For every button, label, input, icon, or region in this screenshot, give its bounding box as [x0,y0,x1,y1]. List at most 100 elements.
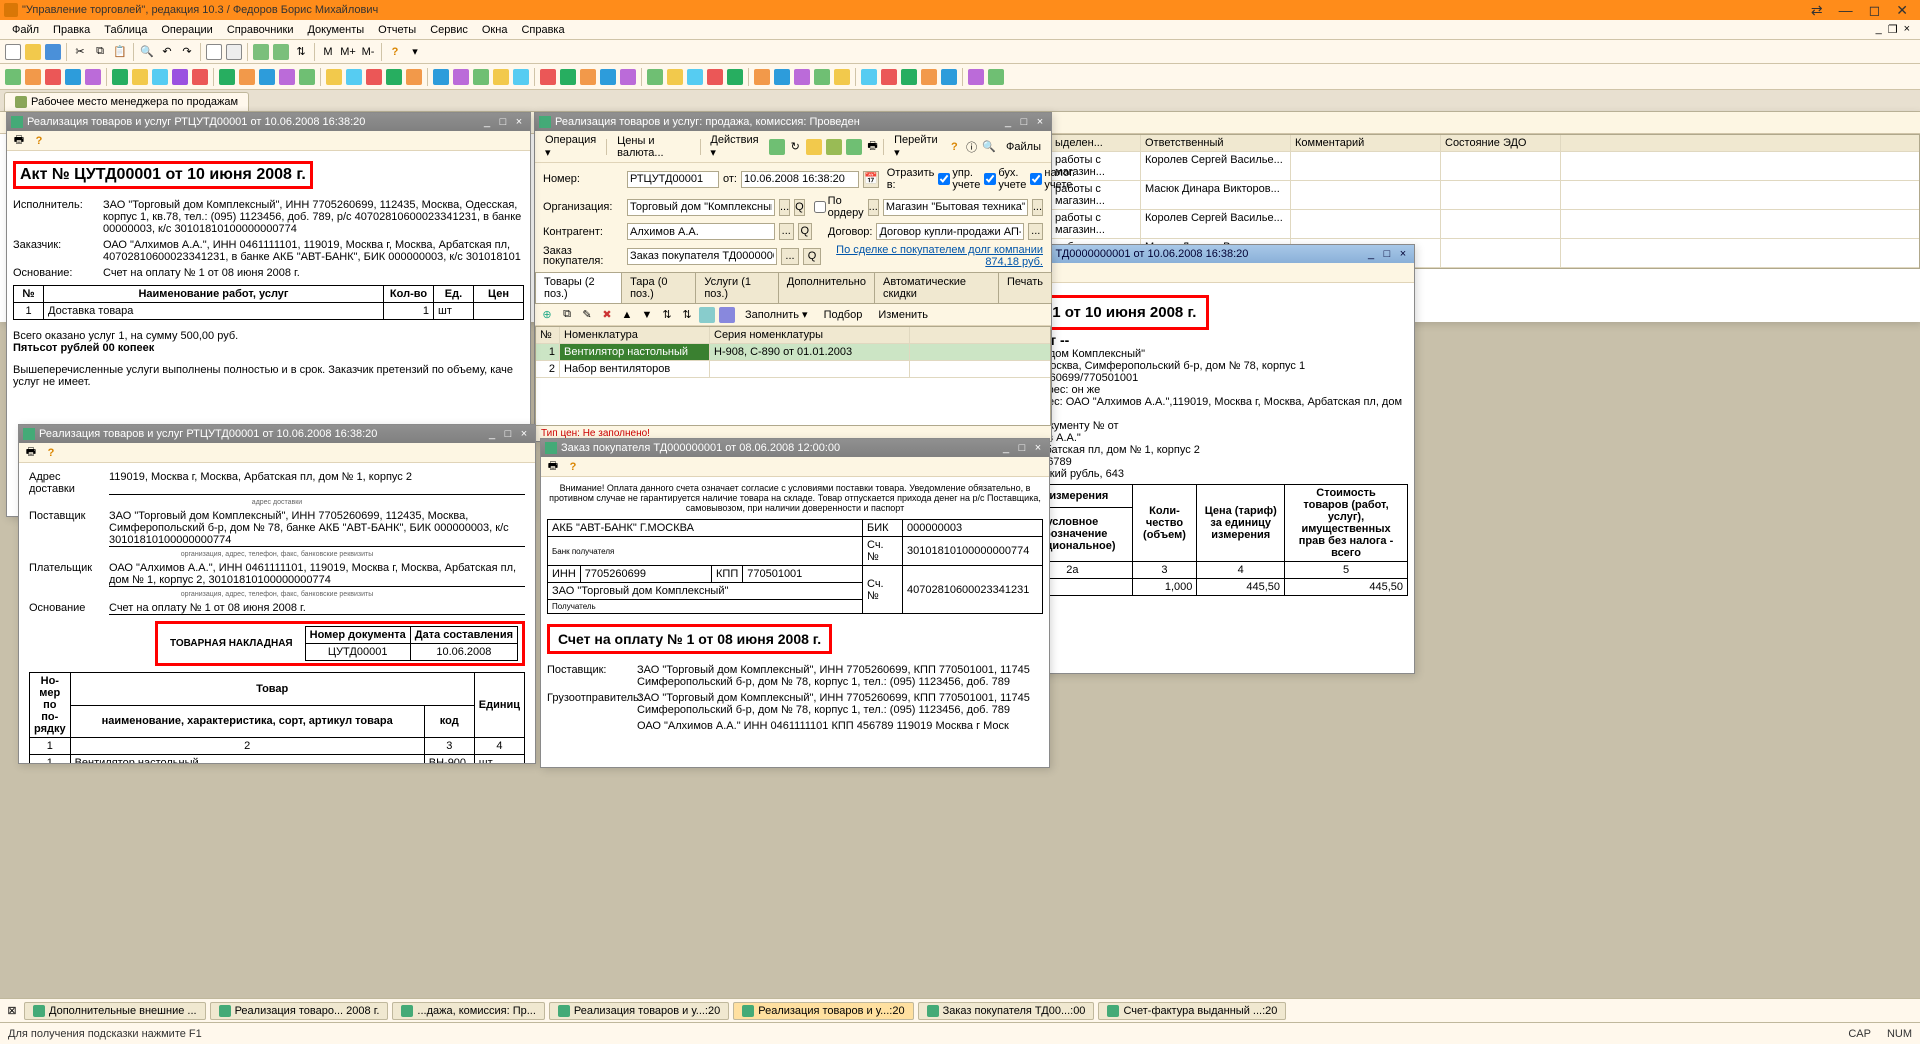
doc-toolbar-icon-44[interactable] [940,68,958,86]
win-max-icon[interactable]: □ [1017,116,1031,128]
help-icon[interactable]: ? [31,133,47,149]
find-icon[interactable]: 🔍 [982,139,996,155]
doc-toolbar-icon-12[interactable] [258,68,276,86]
doc-toolbar-icon-14[interactable] [298,68,316,86]
mdi-minimize-icon[interactable]: _ [1876,23,1882,36]
dolg-link[interactable]: По сделке с покупателем долг компании 87… [825,244,1043,268]
doc-toolbar-icon-10[interactable] [218,68,236,86]
menu-service[interactable]: Сервис [424,22,474,38]
help-icon[interactable]: ? [948,139,961,155]
menu-operations[interactable]: Операции [155,22,218,38]
doc-toolbar-icon-6[interactable] [131,68,149,86]
date-input[interactable] [741,171,859,188]
print-icon[interactable]: 🖶 [866,139,879,155]
help-icon[interactable]: ? [565,459,581,475]
doc-toolbar-icon-16[interactable] [345,68,363,86]
chk-nalog[interactable]: налог. учете [1030,167,1075,191]
win-min-icon[interactable]: _ [1001,116,1015,128]
post-icon[interactable] [826,139,842,155]
row-down-icon[interactable]: ▼ [639,307,655,323]
win-close-icon[interactable]: × [512,116,526,128]
gr1c3[interactable]: Н-908, С-890 от 01.01.2003 [710,344,910,360]
win-close-icon[interactable]: × [1033,116,1047,128]
win-max-icon[interactable]: □ [496,116,510,128]
doc-toolbar-icon-43[interactable] [920,68,938,86]
tab-print[interactable]: Печать [998,272,1052,303]
bg-col-edo[interactable]: Состояние ЭДО [1441,135,1561,151]
doc-toolbar-icon-22[interactable] [472,68,490,86]
paste-icon[interactable]: 📋 [111,43,129,61]
doc-toolbar-icon-28[interactable] [599,68,617,86]
row-misc1-icon[interactable] [699,307,715,323]
zakaz-q-btn[interactable]: Q [803,248,821,265]
doc-toolbar-icon-18[interactable] [385,68,403,86]
actions-dropdown[interactable]: Действия ▾ [704,133,764,160]
kontr-select-btn[interactable]: ... [779,223,794,240]
win-min-icon[interactable]: _ [1364,248,1378,260]
doc-toolbar-icon-20[interactable] [432,68,450,86]
win-close-icon[interactable]: × [1031,442,1045,454]
m-icon[interactable]: M [319,43,337,61]
save-icon[interactable] [44,43,62,61]
doc-toolbar-icon-45[interactable] [967,68,985,86]
bg-row[interactable]: работы с магазин...Королев Сергей Василь… [1051,152,1919,181]
workspace-tab-manager[interactable]: Рабочее место менеджера по продажам [4,92,249,111]
undo-icon[interactable]: ↶ [158,43,176,61]
freeze-icon[interactable] [272,43,290,61]
doc-toolbar-icon-5[interactable] [111,68,129,86]
win-min-icon[interactable]: _ [480,116,494,128]
menu-documents[interactable]: Документы [301,22,370,38]
fill-dropdown[interactable]: Заполнить ▾ [739,307,814,322]
row-up-icon[interactable]: ▲ [619,307,635,323]
files-btn[interactable]: Файлы [1000,140,1047,154]
doc-toolbar-icon-0[interactable] [4,68,22,86]
g-th-series[interactable]: Серия номенклатуры [710,327,910,343]
doc-toolbar-icon-30[interactable] [646,68,664,86]
win-min-icon[interactable]: _ [999,442,1013,454]
date-picker-icon[interactable]: 📅 [863,171,879,188]
doc-toolbar-icon-32[interactable] [686,68,704,86]
doc-toolbar-icon-26[interactable] [559,68,577,86]
gr2c2[interactable]: Набор вентиляторов [560,361,710,377]
filter-icon[interactable] [252,43,270,61]
calendar-icon[interactable] [205,43,223,61]
chk-buh[interactable]: бух. учете [984,167,1026,191]
tab-tara[interactable]: Тара (0 поз.) [621,272,696,303]
doc-toolbar-icon-35[interactable] [753,68,771,86]
bg-row[interactable]: работы с магазин...Королев Сергей Василь… [1051,210,1919,239]
mdi-close-icon[interactable]: × [1904,23,1910,36]
menu-help[interactable]: Справка [515,22,570,38]
row-sort-icon[interactable]: ⇅ [659,307,675,323]
doc-toolbar-icon-9[interactable] [191,68,209,86]
win-max-icon[interactable]: □ [501,428,515,440]
dogovor-input[interactable] [876,223,1024,240]
gr2c1[interactable]: 2 [536,361,560,377]
chk-upr[interactable]: упр. учете [938,167,980,191]
gr1c1[interactable]: 1 [536,344,560,360]
gr1c2[interactable]: Вентилятор настольный [560,344,710,360]
menu-edit[interactable]: Правка [47,22,96,38]
taskbar-item-4[interactable]: Реализация товаров и у...:20 [733,1002,913,1020]
print-icon[interactable]: 🖶 [545,459,561,475]
info-icon[interactable]: ⓘ [965,139,978,155]
bg-col-responsible[interactable]: Ответственный [1141,135,1291,151]
doc-toolbar-icon-3[interactable] [64,68,82,86]
doc-toolbar-icon-4[interactable] [84,68,102,86]
goto-dropdown[interactable]: Перейти ▾ [888,133,944,160]
doc-toolbar-icon-1[interactable] [24,68,42,86]
row-misc2-icon[interactable] [719,307,735,323]
win-max-icon[interactable]: □ [1380,248,1394,260]
taskbar-item-5[interactable]: Заказ покупателя ТД00...:00 [918,1002,1095,1020]
maximize-button[interactable]: ◻ [1869,2,1881,19]
org-input[interactable] [627,199,775,216]
doc-toolbar-icon-31[interactable] [666,68,684,86]
close-button[interactable]: ✕ [1896,2,1908,19]
taskbar-item-6[interactable]: Счет-фактура выданный ...:20 [1098,1002,1286,1020]
menu-file[interactable]: Файл [6,22,45,38]
org-q-btn[interactable]: Q [794,199,805,216]
doc-toolbar-icon-37[interactable] [793,68,811,86]
doc-toolbar-icon-11[interactable] [238,68,256,86]
kontr-q-btn[interactable]: Q [798,223,813,240]
org-select-btn[interactable]: ... [779,199,790,216]
tab-tovary[interactable]: Товары (2 поз.) [535,272,622,303]
